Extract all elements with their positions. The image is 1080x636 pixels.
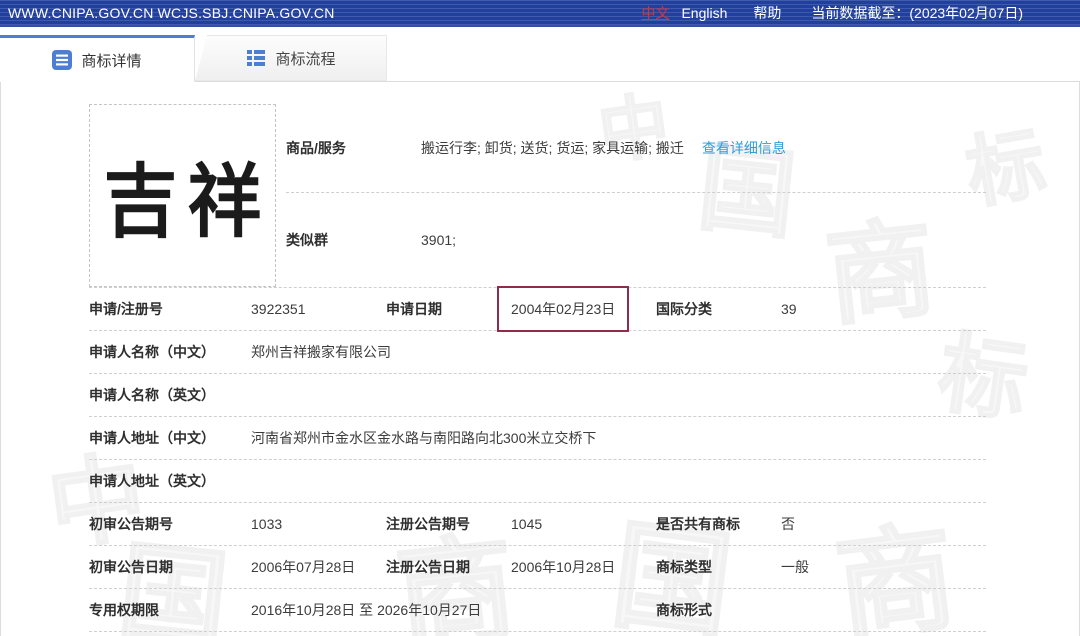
trademark-summary-section: 吉祥 商品/服务 搬运行李; 卸货; 送货; 货运; 家具运输; 搬迁 查看详细… — [89, 104, 986, 287]
address-en-label: 申请人地址（英文） — [89, 471, 251, 491]
trademark-detail-panel: 中国商标标中国商国商 吉祥 商品/服务 搬运行李; 卸货; 送货; 货运; 家具… — [0, 81, 1080, 636]
gazette-date-row: 初审公告日期 2006年07月28日 注册公告日期 2006年10月28日 商标… — [89, 546, 986, 589]
goods-services-value: 搬运行李; 卸货; 送货; 货运; 家具运输; 搬迁 — [421, 138, 684, 158]
trademark-mark-text: 吉祥 — [94, 138, 272, 254]
term-value: 2016年10月28日 至 2026年10月27日 — [251, 600, 656, 620]
goods-services-label: 商品/服务 — [286, 138, 421, 158]
applicant-cn-value: 郑州吉祥搬家有限公司 — [251, 342, 986, 362]
address-cn-row: 申请人地址（中文） 河南省郑州市金水区金水路与南阳路向北300米立交桥下 — [89, 417, 986, 460]
registration-row: 申请/注册号 3922351 申请日期 2004年02月23日 国际分类 39 — [89, 288, 986, 331]
term-label: 专用权期限 — [89, 600, 251, 620]
applicant-cn-label: 申请人名称（中文） — [89, 342, 251, 362]
goods-services-row: 商品/服务 搬运行李; 卸货; 送货; 货运; 家具运输; 搬迁 查看详细信息 — [286, 104, 986, 193]
intl-class-value: 39 — [781, 301, 986, 317]
help-link[interactable]: 帮助 — [753, 3, 781, 23]
address-cn-label: 申请人地址（中文） — [89, 428, 251, 448]
data-until-label: 当前数据截至：(2023年02月07日) — [811, 3, 1023, 23]
mark-type-label: 商标类型 — [656, 557, 781, 577]
applicant-en-label: 申请人名称（英文） — [89, 385, 251, 405]
field-rows: 申请/注册号 3922351 申请日期 2004年02月23日 国际分类 39 … — [89, 287, 986, 632]
address-cn-value: 河南省郑州市金水区金水路与南阳路向北300米立交桥下 — [251, 428, 986, 448]
applicant-cn-row: 申请人名称（中文） 郑州吉祥搬家有限公司 — [89, 331, 986, 374]
reg-gazette-date-value: 2006年10月28日 — [511, 557, 656, 577]
tab-trademark-process[interactable]: 商标流程 — [195, 35, 387, 81]
reg-gazette-date-label: 注册公告日期 — [386, 557, 511, 577]
apply-date-value-highlighted: 2004年02月23日 — [497, 286, 629, 332]
applicant-en-row: 申请人名称（英文） — [89, 374, 986, 417]
reg-no-label: 申请/注册号 — [89, 299, 251, 319]
tab-label: 商标详情 — [81, 50, 141, 71]
tab-label: 商标流程 — [275, 48, 335, 69]
gazette-no-row: 初审公告期号 1033 注册公告期号 1045 是否共有商标 否 — [89, 503, 986, 546]
apply-date-label: 申请日期 — [386, 299, 511, 319]
process-list-icon — [246, 48, 266, 68]
similar-group-row: 类似群 3901; — [286, 193, 986, 287]
similar-group-value: 3901; — [421, 232, 456, 248]
detail-list-icon — [52, 50, 72, 70]
top-site-bar: WWW.CNIPA.GOV.CN WCJS.SBJ.CNIPA.GOV.CN 中… — [0, 0, 1080, 27]
lang-chinese-link[interactable]: 中文 — [641, 3, 669, 23]
reg-no-value: 3922351 — [251, 301, 386, 317]
first-gazette-no-label: 初审公告期号 — [89, 514, 251, 534]
intl-class-label: 国际分类 — [656, 299, 781, 319]
first-gazette-date-value: 2006年07月28日 — [251, 557, 386, 577]
reg-gazette-no-value: 1045 — [511, 516, 656, 532]
tab-trademark-detail[interactable]: 商标详情 — [0, 35, 195, 82]
mark-type-value: 一般 — [781, 557, 986, 577]
lang-english-link[interactable]: English — [681, 5, 727, 21]
trademark-image: 吉祥 — [89, 104, 276, 287]
first-gazette-no-value: 1033 — [251, 516, 386, 532]
tab-bar: 商标详情 商标流程 — [0, 35, 1080, 81]
term-row: 专用权期限 2016年10月28日 至 2026年10月27日 商标形式 — [89, 589, 986, 632]
site-urls: WWW.CNIPA.GOV.CN WCJS.SBJ.CNIPA.GOV.CN — [8, 5, 335, 21]
reg-gazette-no-label: 注册公告期号 — [386, 514, 511, 534]
similar-group-label: 类似群 — [286, 230, 421, 250]
first-gazette-date-label: 初审公告日期 — [89, 557, 251, 577]
view-details-link[interactable]: 查看详细信息 — [702, 138, 786, 158]
shared-mark-value: 否 — [781, 514, 986, 534]
topbar-nav: 中文 English 帮助 当前数据截至：(2023年02月07日) — [641, 3, 1023, 23]
mark-form-label: 商标形式 — [656, 600, 781, 620]
address-en-row: 申请人地址（英文） — [89, 460, 986, 503]
shared-mark-label: 是否共有商标 — [656, 514, 781, 534]
